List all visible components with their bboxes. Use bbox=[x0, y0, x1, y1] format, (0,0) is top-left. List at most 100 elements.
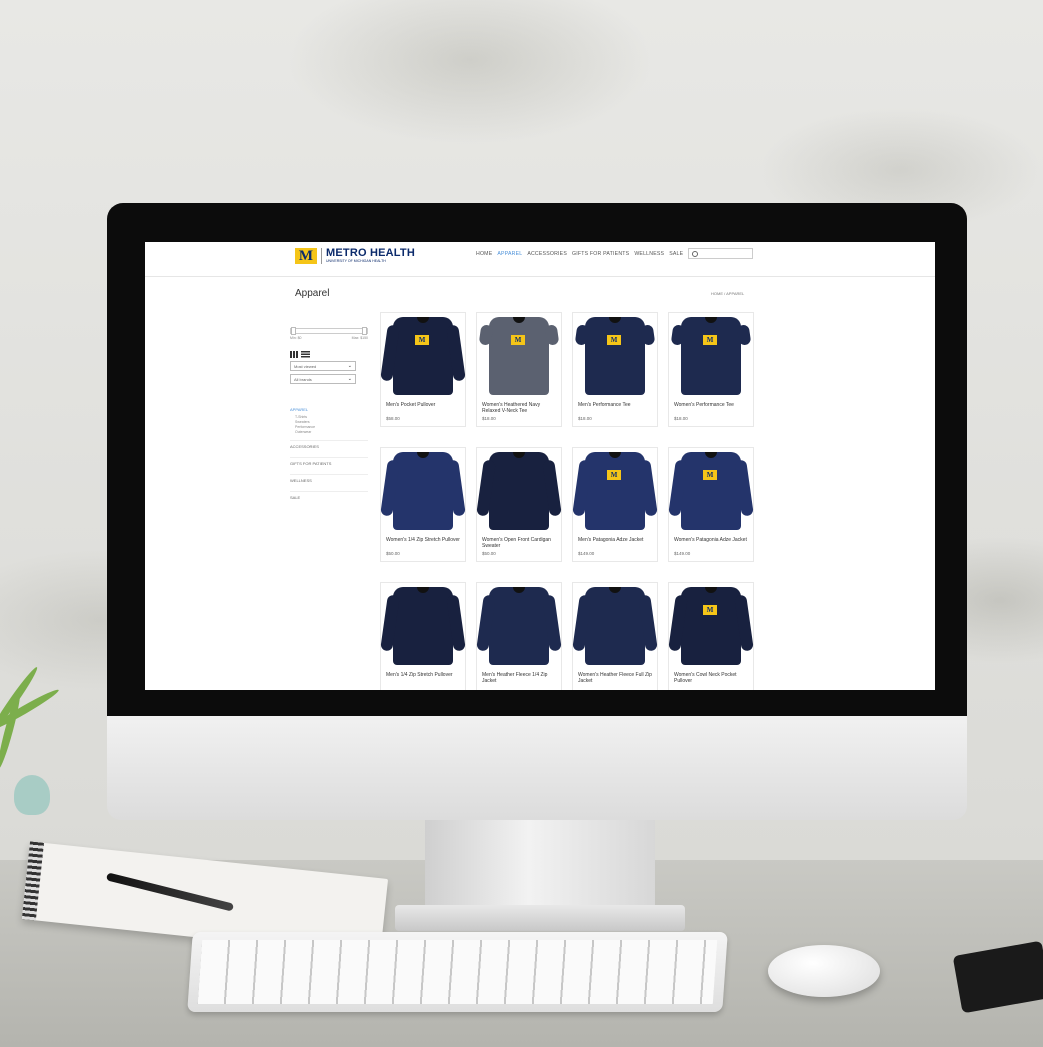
monitor-chin bbox=[107, 716, 967, 820]
category-sale[interactable]: SALE bbox=[290, 491, 368, 503]
product-name[interactable]: Men's Heather Fleece 1/4 Zip Jacket bbox=[477, 669, 561, 685]
product-price bbox=[477, 685, 561, 690]
product-name[interactable]: Men's Patagonia Adze Jacket bbox=[573, 534, 657, 550]
grid-view-icon[interactable] bbox=[290, 351, 298, 358]
logo-block-m: M bbox=[295, 248, 317, 264]
product-image[interactable]: M bbox=[573, 448, 657, 534]
search-icon bbox=[692, 250, 699, 257]
product-name[interactable]: Women's Patagonia Adze Jacket bbox=[669, 534, 753, 550]
product-name[interactable]: Women's 1/4 Zip Stretch Pullover bbox=[381, 534, 465, 550]
logo-badge: M bbox=[511, 335, 525, 345]
product-card[interactable]: Women's 1/4 Zip Stretch Pullover $50.00 bbox=[380, 447, 466, 562]
product-name[interactable]: Men's Pocket Pullover bbox=[381, 399, 465, 415]
product-card[interactable]: M Women's Performance Tee $18.00 bbox=[668, 312, 754, 427]
category-gifts-for-patients[interactable]: GIFTS FOR PATIENTS bbox=[290, 457, 368, 469]
product-card[interactable]: M Men's Patagonia Adze Jacket $149.00 bbox=[572, 447, 658, 562]
product-price: $18.00 bbox=[482, 416, 496, 421]
product-name[interactable]: Women's Heather Fleece Full Zip Jacket bbox=[573, 669, 657, 685]
product-name[interactable]: Women's Performance Tee bbox=[669, 399, 753, 415]
product-image[interactable]: M bbox=[573, 313, 657, 399]
filter-sidebar: Min: $0 Max: $150 Most viewed ⌄ All bran… bbox=[290, 326, 368, 503]
list-view-icon[interactable] bbox=[301, 351, 310, 358]
sort-select-value: Most viewed bbox=[294, 363, 317, 369]
price-slider-max-handle[interactable] bbox=[362, 327, 367, 335]
breadcrumb[interactable]: HOME / APPAREL bbox=[711, 291, 744, 296]
monitor-stand bbox=[425, 820, 655, 915]
product-price: $50.00 bbox=[386, 551, 400, 556]
brand-select[interactable]: All brands ⌄ bbox=[290, 374, 356, 384]
price-max-label: Max: $150 bbox=[351, 336, 368, 340]
nav-accessories[interactable]: ACCESSORIES bbox=[527, 251, 567, 257]
product-image[interactable] bbox=[477, 583, 561, 669]
logo-name: METRO HEALTH bbox=[326, 247, 415, 259]
product-price: $18.00 bbox=[674, 416, 688, 421]
product-card[interactable]: M Men's Pocket Pullover $58.00 bbox=[380, 312, 466, 427]
chevron-down-icon: ⌄ bbox=[347, 376, 352, 382]
logo-badge: M bbox=[415, 335, 429, 345]
product-card[interactable]: Women's Heather Fleece Full Zip Jacket bbox=[572, 582, 658, 690]
logo-badge: M bbox=[703, 335, 717, 345]
logo-badge: M bbox=[607, 335, 621, 345]
product-image[interactable]: M bbox=[477, 313, 561, 399]
logo-badge: M bbox=[703, 470, 717, 480]
monitor-base bbox=[395, 905, 685, 931]
category-accessories[interactable]: ACCESSORIES bbox=[290, 440, 368, 452]
product-image[interactable]: M bbox=[669, 313, 753, 399]
product-price: $149.00 bbox=[674, 551, 691, 556]
product-price: $50.00 bbox=[482, 551, 496, 556]
category-list: APPAREL T-Shirts Sweaters Performance Ou… bbox=[290, 404, 368, 503]
product-name[interactable]: Women's Cowl Neck Pocket Pullover bbox=[669, 669, 753, 685]
monitor-screen: M METRO HEALTH UNIVERSITY OF MICHIGAN HE… bbox=[145, 242, 935, 690]
mouse bbox=[768, 945, 880, 997]
product-image[interactable]: M bbox=[669, 448, 753, 534]
product-image[interactable]: M bbox=[381, 313, 465, 399]
product-price: $58.00 bbox=[386, 416, 400, 421]
site-header: M METRO HEALTH UNIVERSITY OF MICHIGAN HE… bbox=[145, 242, 935, 277]
product-card[interactable]: Men's Heather Fleece 1/4 Zip Jacket bbox=[476, 582, 562, 690]
sort-select[interactable]: Most viewed ⌄ bbox=[290, 361, 356, 371]
product-price: $18.00 bbox=[578, 416, 592, 421]
product-image[interactable] bbox=[573, 583, 657, 669]
product-price bbox=[381, 685, 465, 690]
product-name[interactable]: Women's Heathered Navy Relaxed V-Neck Te… bbox=[477, 399, 561, 415]
plant bbox=[0, 650, 61, 790]
product-card[interactable]: M Women's Cowl Neck Pocket Pullover bbox=[668, 582, 754, 690]
product-price bbox=[669, 685, 753, 690]
price-slider-min-handle[interactable] bbox=[291, 327, 296, 335]
logo-badge: M bbox=[607, 470, 621, 480]
product-card[interactable]: M Men's Performance Tee $18.00 bbox=[572, 312, 658, 427]
price-min-label: Min: $0 bbox=[290, 336, 302, 340]
nav-gifts-for-patients[interactable]: GIFTS FOR PATIENTS bbox=[572, 251, 629, 257]
product-image[interactable] bbox=[381, 583, 465, 669]
logo-badge: M bbox=[703, 605, 717, 615]
price-slider[interactable] bbox=[290, 327, 368, 335]
product-name[interactable]: Women's Open Front Cardigan Sweater bbox=[477, 534, 561, 550]
category-wellness[interactable]: WELLNESS bbox=[290, 474, 368, 486]
keyboard bbox=[187, 932, 728, 1012]
chevron-down-icon: ⌄ bbox=[347, 363, 352, 369]
product-card[interactable]: Women's Open Front Cardigan Sweater $50.0… bbox=[476, 447, 562, 562]
product-name[interactable]: Men's 1/4 Zip Stretch Pullover bbox=[381, 669, 465, 685]
product-price: $149.00 bbox=[578, 551, 595, 556]
nav-home[interactable]: HOME bbox=[476, 251, 492, 257]
product-price bbox=[573, 685, 657, 690]
main-nav: HOME APPAREL ACCESSORIES GIFTS FOR PATIE… bbox=[476, 248, 754, 259]
category-apparel[interactable]: APPAREL bbox=[290, 404, 368, 415]
brand-select-value: All brands bbox=[294, 376, 312, 382]
product-card[interactable]: M Women's Heathered Navy Relaxed V-Neck T… bbox=[476, 312, 562, 427]
logo-subtitle: UNIVERSITY OF MICHIGAN HEALTH bbox=[326, 259, 386, 263]
page-title: Apparel bbox=[295, 288, 330, 299]
plant-pot bbox=[14, 775, 50, 815]
nav-wellness[interactable]: WELLNESS bbox=[634, 251, 664, 257]
product-image[interactable] bbox=[477, 448, 561, 534]
search-input[interactable] bbox=[688, 248, 754, 259]
product-image[interactable] bbox=[381, 448, 465, 534]
product-image[interactable]: M bbox=[669, 583, 753, 669]
nav-apparel[interactable]: APPAREL bbox=[497, 251, 522, 257]
site-logo[interactable]: M METRO HEALTH UNIVERSITY OF MICHIGAN HE… bbox=[295, 248, 415, 264]
nav-sale[interactable]: SALE bbox=[669, 251, 683, 257]
product-name[interactable]: Men's Performance Tee bbox=[573, 399, 657, 415]
product-card[interactable]: M Women's Patagonia Adze Jacket $149.00 bbox=[668, 447, 754, 562]
product-card[interactable]: Men's 1/4 Zip Stretch Pullover bbox=[380, 582, 466, 690]
subcategory-outerwear[interactable]: Outerwear bbox=[290, 430, 368, 435]
